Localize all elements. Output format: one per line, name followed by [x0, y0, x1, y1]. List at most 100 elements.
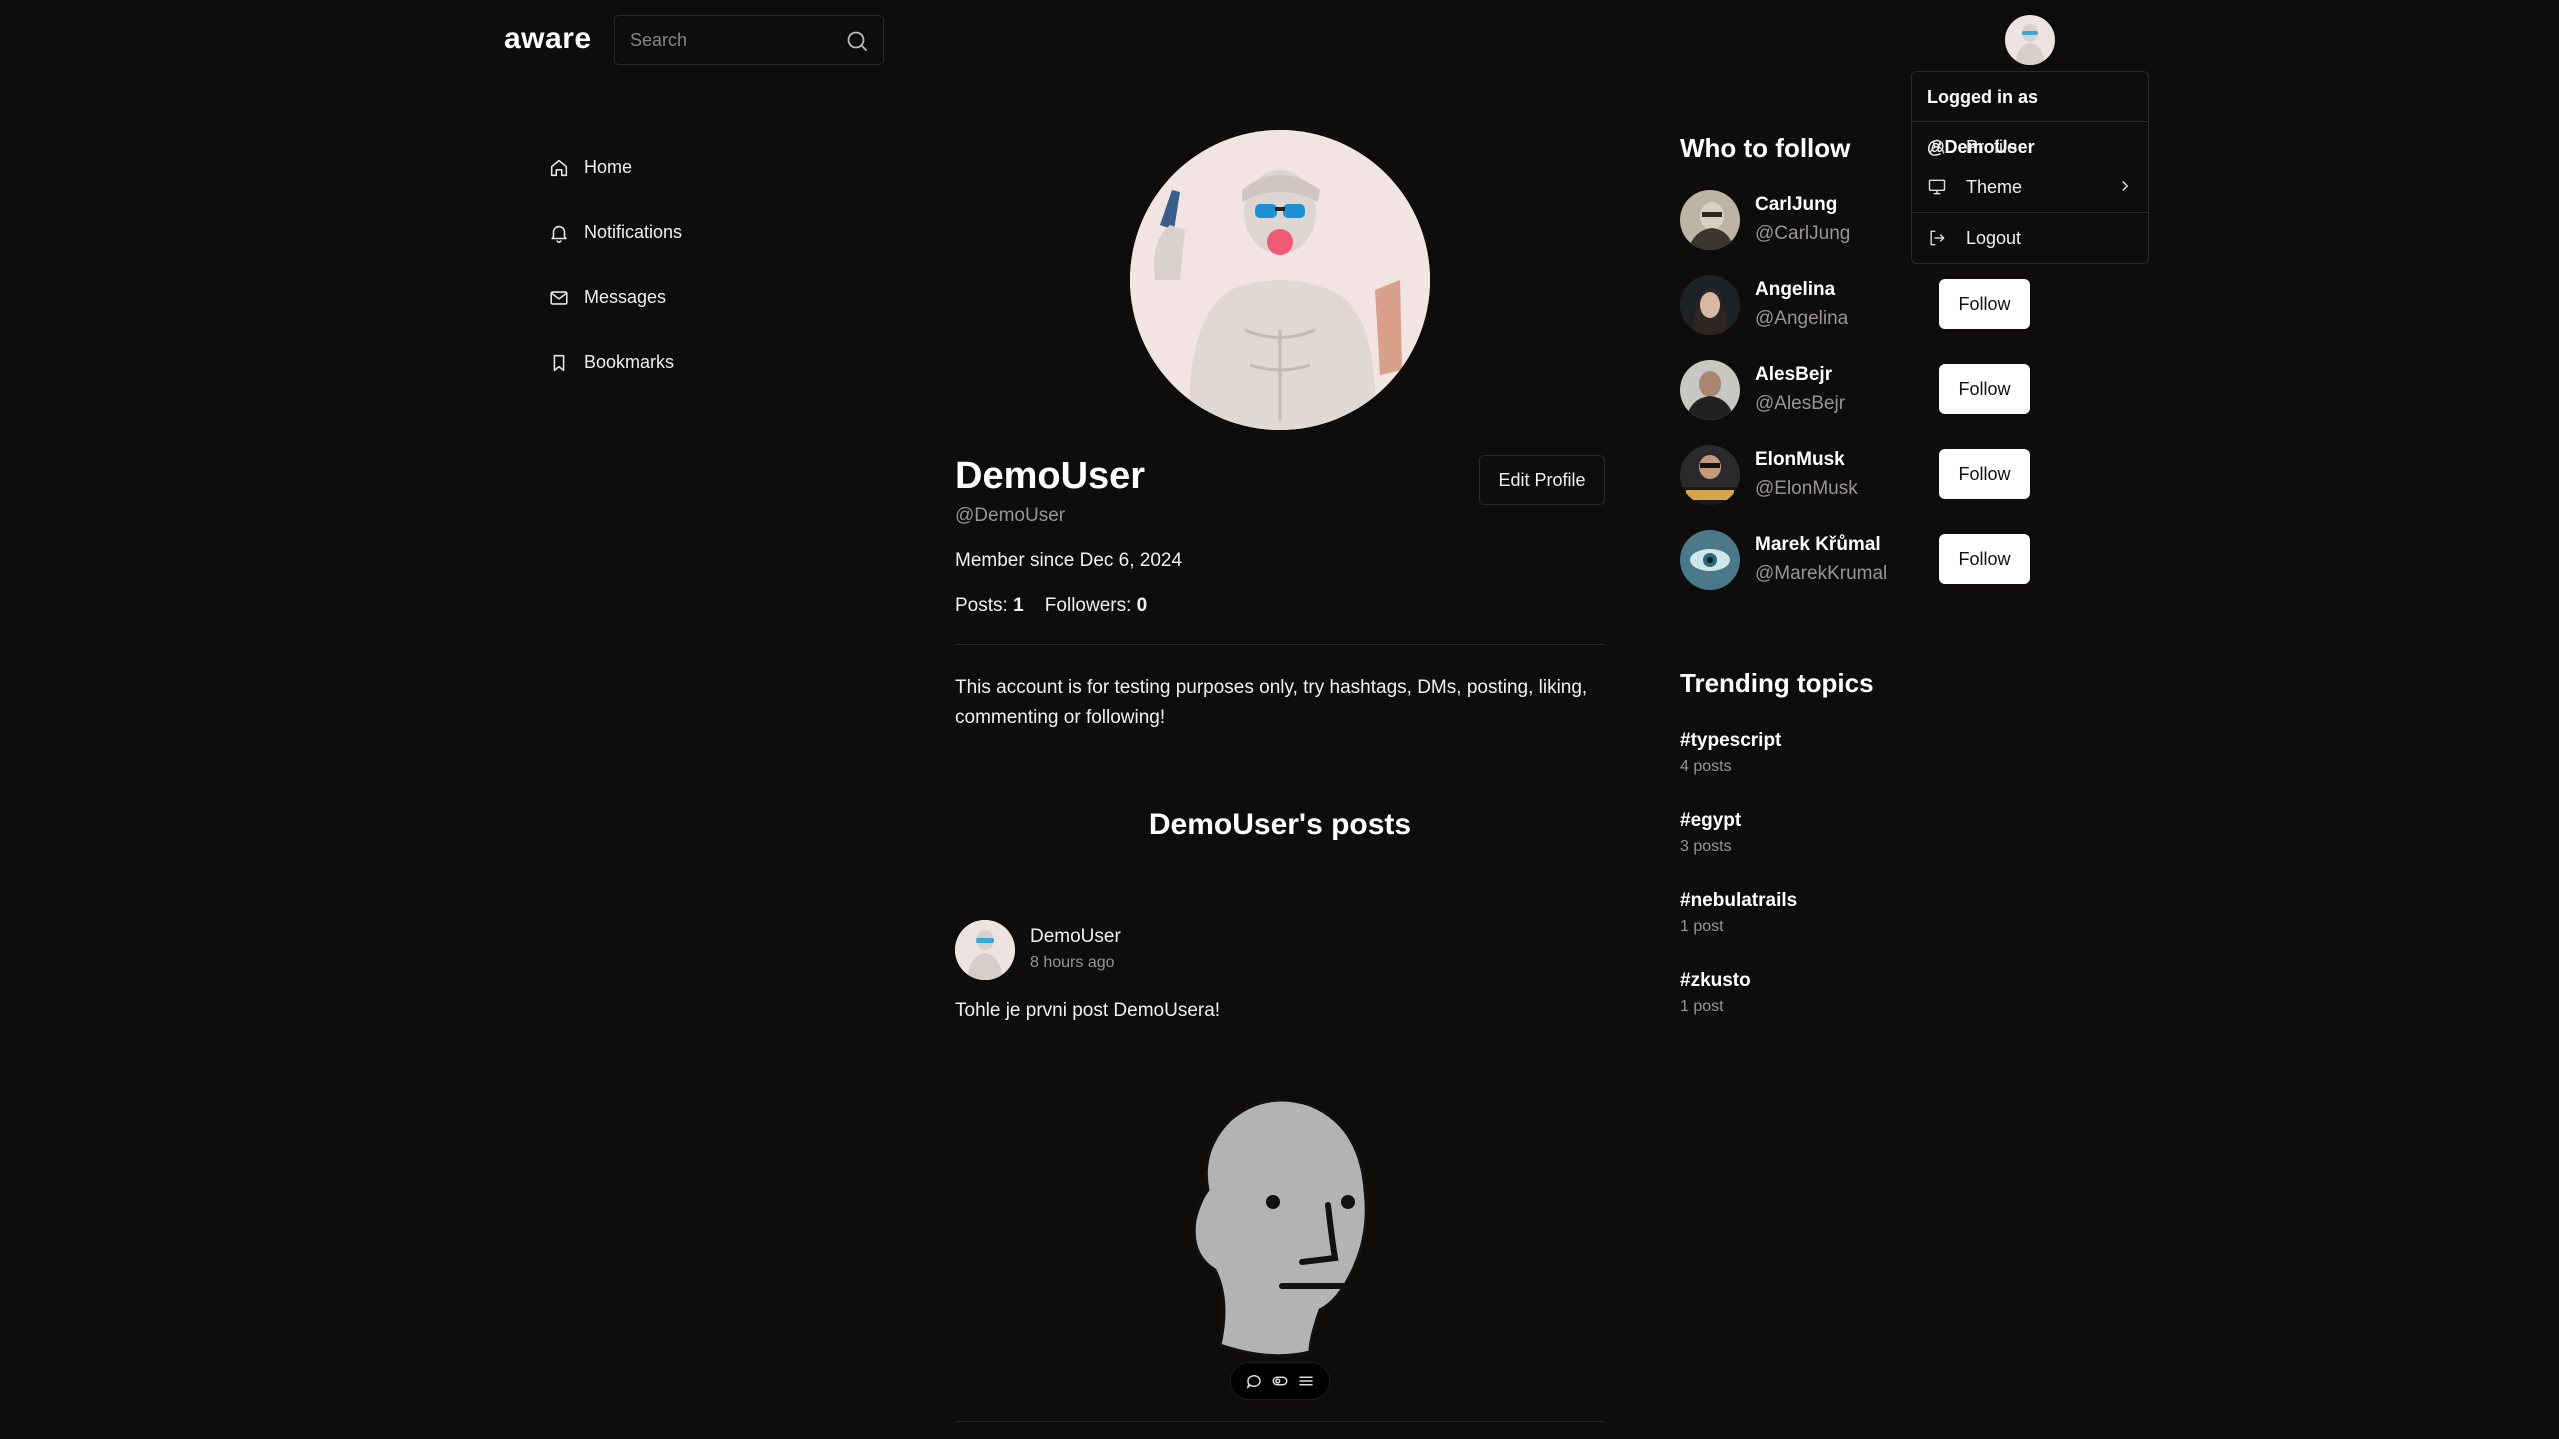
sidebar-item-messages[interactable]: Messages: [548, 265, 682, 330]
search-icon[interactable]: [845, 29, 869, 53]
trending-title: Trending topics: [1680, 668, 1874, 698]
avatar[interactable]: [1680, 530, 1740, 590]
app-page: aware Home Notifications Messages Bookma…: [0, 0, 2559, 1439]
follow-suggestion: Marek Křůmal @MarekKrumal Follow: [1680, 530, 2040, 592]
topic-tag: #egypt: [1680, 810, 1742, 831]
topic-count: 1 post: [1680, 918, 1724, 935]
trending-topic[interactable]: #nebulatrails 1 post: [1680, 890, 1797, 936]
like-toggle-icon[interactable]: [1271, 1372, 1289, 1390]
user-avatar-button[interactable]: [2005, 15, 2055, 65]
divider: [955, 1421, 1605, 1422]
search-box[interactable]: [614, 15, 884, 65]
posts-label: Posts:: [955, 595, 1008, 616]
avatar-image: [1680, 530, 1740, 590]
posts-count: 1: [1013, 595, 1024, 616]
topic-tag: #nebulatrails: [1680, 890, 1798, 911]
follow-suggestion: Angelina @Angelina Follow: [1680, 275, 2040, 337]
user-menu: Logged in as @DemoUser Profile Theme Log…: [1911, 71, 2149, 264]
sidebar-item-bookmarks[interactable]: Bookmarks: [548, 330, 682, 395]
follow-suggestion: AlesBejr @AlesBejr Follow: [1680, 360, 2040, 422]
divider: [955, 644, 1605, 645]
logout-icon: [1930, 230, 1945, 246]
follow-handle: @Angelina: [1755, 308, 1849, 329]
profile-avatar: [1130, 130, 1430, 430]
sidebar-item-label: Bookmarks: [584, 352, 675, 372]
follow-name[interactable]: Angelina: [1755, 279, 1835, 301]
menu-item-label: Logout: [1966, 227, 2022, 248]
menu-item-label: Profile: [1966, 136, 2018, 157]
profile-handle: @DemoUser: [955, 505, 1066, 526]
follow-suggestion: ElonMusk @ElonMusk Follow: [1680, 445, 2040, 507]
menu-item-theme[interactable]: Theme: [1912, 167, 2148, 207]
who-to-follow-title: Who to follow: [1680, 133, 1851, 163]
post-avatar[interactable]: [955, 920, 1015, 980]
followers-label: Followers:: [1044, 595, 1132, 616]
avatar[interactable]: [1680, 445, 1740, 505]
trending-topic[interactable]: #egypt 3 posts: [1680, 810, 1741, 856]
posts-heading: DemoUser's posts: [1148, 808, 1412, 841]
menu-item-profile[interactable]: Profile: [1912, 127, 2148, 167]
trending-topic[interactable]: #zkusto 1 post: [1680, 970, 1751, 1016]
avatar-image: [955, 920, 1015, 980]
follow-handle: @AlesBejr: [1755, 393, 1846, 414]
chevron-right-icon: [2122, 180, 2129, 192]
app-logo[interactable]: aware: [504, 22, 592, 56]
member-since: Member since Dec 6, 2024: [955, 550, 1183, 571]
home-icon: [550, 159, 568, 176]
profile-bio: This account is for testing purposes onl…: [955, 677, 1588, 728]
follow-button[interactable]: Follow: [1939, 534, 2030, 584]
divider: [1912, 212, 2148, 213]
profile-stats: Posts: 1 Followers: 0: [955, 595, 1147, 617]
follow-button[interactable]: Follow: [1939, 449, 2030, 499]
post-author[interactable]: DemoUser: [1030, 926, 1121, 948]
avatar-image: [2005, 15, 2055, 65]
more-icon[interactable]: [1297, 1372, 1315, 1390]
post-text: Tohle je prvni post DemoUsera!: [955, 1000, 1221, 1021]
monitor-icon: [1928, 179, 1946, 195]
menu-item-logout[interactable]: Logout: [1912, 218, 2148, 258]
mail-icon: [550, 290, 568, 305]
follow-name[interactable]: CarlJung: [1755, 194, 1837, 216]
follow-button[interactable]: Follow: [1939, 279, 2030, 329]
avatar[interactable]: [1680, 190, 1740, 250]
follow-name[interactable]: ElonMusk: [1755, 449, 1845, 471]
topic-count: 4 posts: [1680, 758, 1732, 775]
avatar-image: [1680, 445, 1740, 505]
profile-name: DemoUser: [955, 455, 1146, 497]
follow-name[interactable]: AlesBejr: [1755, 364, 1832, 386]
sidebar-item-label: Messages: [584, 287, 667, 307]
profile-avatar-image: [1130, 130, 1430, 430]
topic-count: 1 post: [1680, 998, 1724, 1015]
trending-topic[interactable]: #typescript 4 posts: [1680, 730, 1781, 776]
edit-profile-button[interactable]: Edit Profile: [1479, 455, 1605, 505]
sidebar-nav: Home Notifications Messages Bookmarks: [548, 135, 682, 395]
topic-tag: #zkusto: [1680, 970, 1751, 991]
follow-button[interactable]: Follow: [1939, 364, 2030, 414]
topic-tag: #typescript: [1680, 730, 1782, 751]
follow-handle: @MarekKrumal: [1755, 563, 1888, 584]
bell-icon: [551, 225, 567, 243]
post-image[interactable]: [1160, 1080, 1390, 1360]
comment-icon[interactable]: [1245, 1372, 1263, 1390]
sidebar-item-notifications[interactable]: Notifications: [548, 200, 682, 265]
post-time: 8 hours ago: [1030, 954, 1115, 971]
avatar[interactable]: [1680, 275, 1740, 335]
followers-count: 0: [1136, 595, 1148, 616]
sidebar-item-label: Notifications: [584, 222, 683, 242]
avatar-image: [1680, 275, 1740, 335]
follow-name[interactable]: Marek Křůmal: [1755, 534, 1881, 556]
avatar-image: [1680, 190, 1740, 250]
avatar[interactable]: [1680, 360, 1740, 420]
sidebar-item-home[interactable]: Home: [548, 135, 682, 200]
user-icon: [1929, 139, 1945, 154]
sidebar-item-label: Home: [584, 157, 633, 177]
post-actions: [1230, 1362, 1330, 1400]
search-input[interactable]: [615, 16, 815, 64]
bookmark-icon: [553, 354, 565, 371]
user-menu-header: Logged in as @DemoUser: [1912, 72, 2148, 157]
follow-handle: @ElonMusk: [1755, 478, 1858, 499]
topic-count: 3 posts: [1680, 838, 1732, 855]
follow-handle: @CarlJung: [1755, 223, 1851, 244]
avatar-image: [1680, 360, 1740, 420]
menu-item-label: Theme: [1966, 176, 2023, 197]
